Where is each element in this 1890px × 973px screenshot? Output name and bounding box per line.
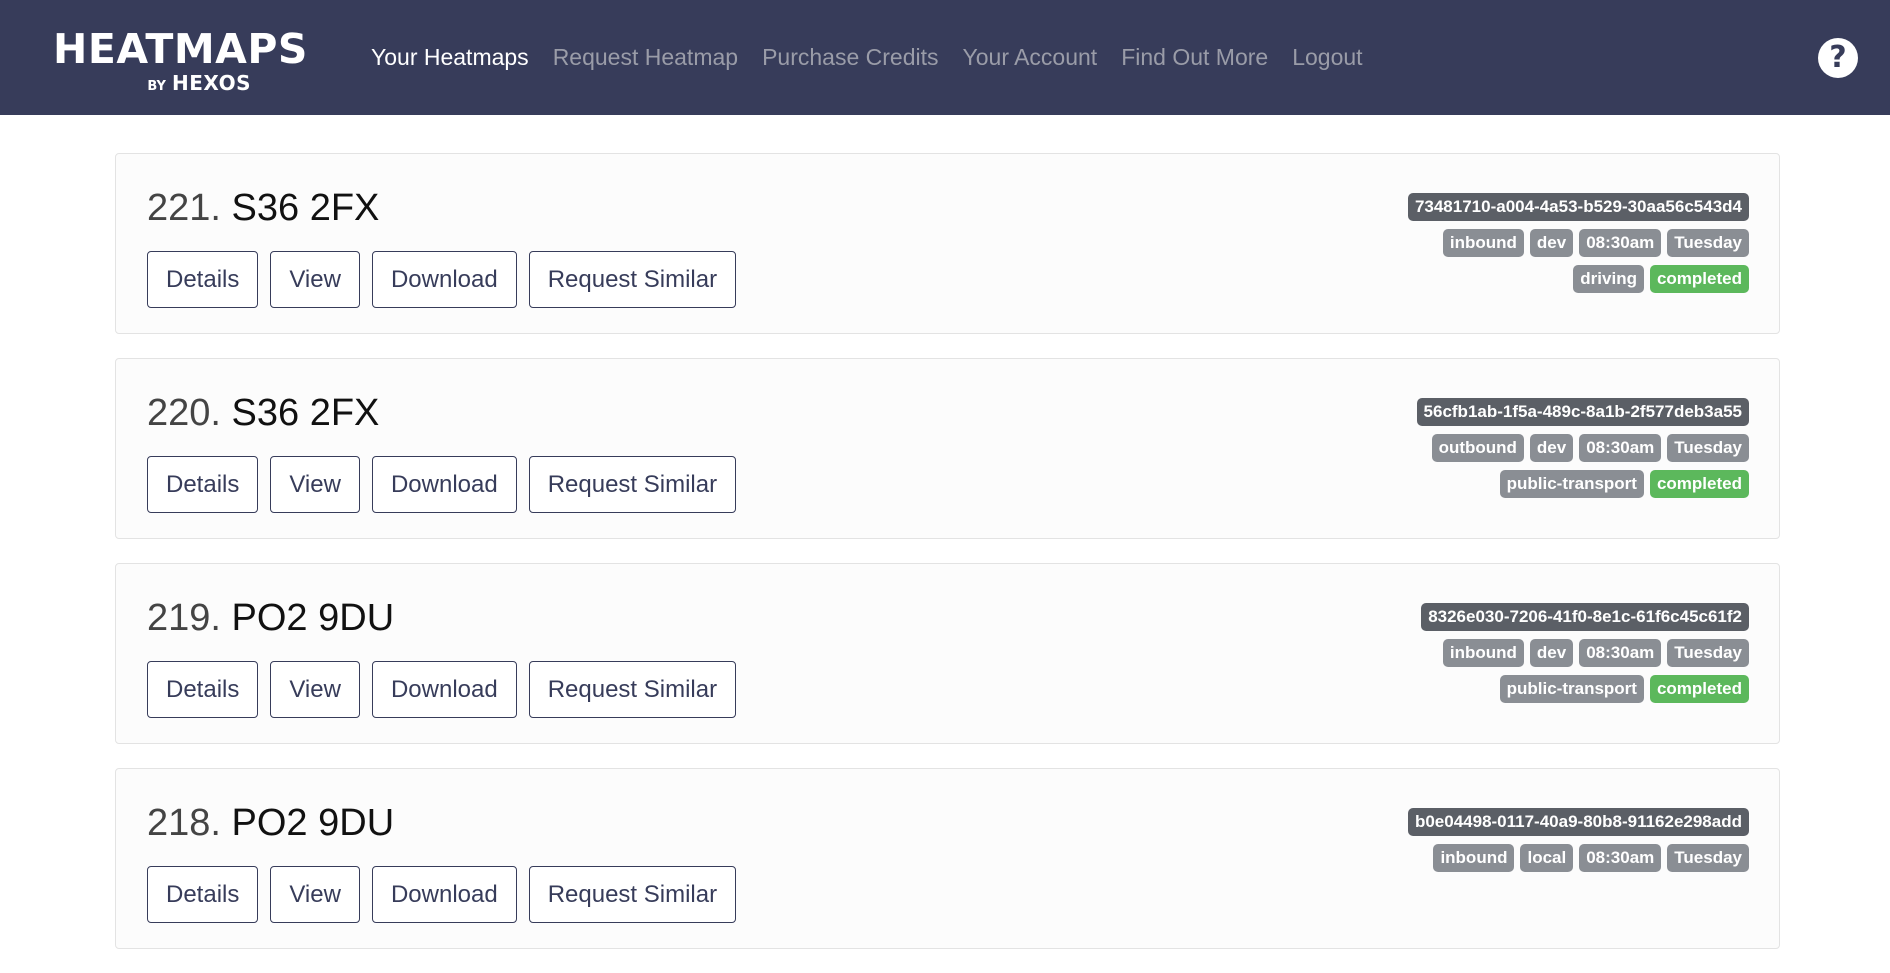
- day-badge: Tuesday: [1667, 229, 1749, 257]
- brand-title: HEATMAPS: [53, 25, 308, 73]
- direction-badge: inbound: [1442, 639, 1524, 667]
- brand-logo[interactable]: HEATMAPS BY HEXOS: [53, 25, 329, 96]
- badge-row-id: b0e04498-0117-40a9-80b8-91162e298add: [1407, 808, 1749, 836]
- badge-row-schedule: inbound dev 08:30am Tuesday: [1442, 639, 1749, 667]
- heatmap-actions: Details View Download Request Similar: [147, 251, 737, 308]
- request-similar-button[interactable]: Request Similar: [528, 456, 737, 513]
- details-button[interactable]: Details: [147, 251, 259, 308]
- brand-by: BY: [147, 79, 166, 94]
- time-badge: 08:30am: [1579, 434, 1662, 462]
- environment-badge: dev: [1529, 434, 1574, 462]
- environment-badge: dev: [1529, 229, 1574, 257]
- brand-hexos: HEXOS: [171, 71, 251, 95]
- nav-your-account[interactable]: Your Account: [951, 44, 1110, 71]
- environment-badge: dev: [1529, 639, 1574, 667]
- status-badge: completed: [1649, 675, 1749, 703]
- help-icon[interactable]: ?: [1818, 38, 1858, 78]
- heatmap-card: 218. PO2 9DU Details View Download Reque…: [115, 768, 1780, 949]
- heatmap-number: 219.: [147, 597, 221, 639]
- badge-row-schedule: inbound dev 08:30am Tuesday: [1442, 229, 1749, 257]
- heatmap-title: 219. PO2 9DU: [147, 596, 394, 640]
- details-button[interactable]: Details: [147, 661, 259, 718]
- badge-row-status: public-transport completed: [1499, 675, 1749, 703]
- heatmap-title: 220. S36 2FX: [147, 391, 379, 435]
- view-button[interactable]: View: [270, 456, 360, 513]
- heatmap-card: 219. PO2 9DU Details View Download Reque…: [115, 563, 1780, 744]
- time-badge: 08:30am: [1579, 844, 1662, 872]
- heatmap-id-badge: b0e04498-0117-40a9-80b8-91162e298add: [1407, 808, 1749, 836]
- nav-logout[interactable]: Logout: [1280, 44, 1374, 71]
- badge-row-id: 56cfb1ab-1f5a-489c-8a1b-2f577deb3a55: [1416, 398, 1749, 426]
- heatmap-title: 221. S36 2FX: [147, 186, 379, 230]
- request-similar-button[interactable]: Request Similar: [528, 661, 737, 718]
- view-button[interactable]: View: [270, 866, 360, 923]
- heatmap-badges: 56cfb1ab-1f5a-489c-8a1b-2f577deb3a55 out…: [1416, 398, 1749, 498]
- heatmap-postcode: PO2 9DU: [231, 802, 395, 844]
- direction-badge: outbound: [1431, 434, 1524, 462]
- download-button[interactable]: Download: [371, 456, 517, 513]
- request-similar-button[interactable]: Request Similar: [528, 866, 737, 923]
- download-button[interactable]: Download: [371, 251, 517, 308]
- request-similar-button[interactable]: Request Similar: [528, 251, 737, 308]
- nav-links: Your Heatmaps Request Heatmap Purchase C…: [359, 0, 1375, 115]
- download-button[interactable]: Download: [371, 661, 517, 718]
- heatmap-badges: 8326e030-7206-41f0-8e1c-61f6c45c61f2 inb…: [1421, 603, 1749, 703]
- time-badge: 08:30am: [1579, 229, 1662, 257]
- heatmap-list: 221. S36 2FX Details View Download Reque…: [115, 153, 1780, 973]
- heatmap-actions: Details View Download Request Similar: [147, 456, 737, 513]
- badge-row-schedule: outbound dev 08:30am Tuesday: [1431, 434, 1749, 462]
- heatmap-id-badge: 8326e030-7206-41f0-8e1c-61f6c45c61f2: [1421, 603, 1749, 631]
- mode-badge: public-transport: [1499, 470, 1644, 498]
- badge-row-status: public-transport completed: [1499, 470, 1749, 498]
- view-button[interactable]: View: [270, 661, 360, 718]
- nav-request-heatmap[interactable]: Request Heatmap: [541, 44, 750, 71]
- heatmap-number: 221.: [147, 187, 221, 229]
- view-button[interactable]: View: [270, 251, 360, 308]
- heatmap-badges: 73481710-a004-4a53-b529-30aa56c543d4 inb…: [1407, 193, 1749, 293]
- badge-row-id: 73481710-a004-4a53-b529-30aa56c543d4: [1407, 193, 1749, 221]
- heatmap-card: 221. S36 2FX Details View Download Reque…: [115, 153, 1780, 334]
- time-badge: 08:30am: [1579, 639, 1662, 667]
- heatmap-title: 218. PO2 9DU: [147, 801, 394, 845]
- heatmap-id-badge: 56cfb1ab-1f5a-489c-8a1b-2f577deb3a55: [1416, 398, 1749, 426]
- direction-badge: inbound: [1433, 844, 1515, 872]
- environment-badge: local: [1520, 844, 1574, 872]
- heatmap-number: 220.: [147, 392, 221, 434]
- heatmap-postcode: S36 2FX: [231, 392, 380, 434]
- heatmap-actions: Details View Download Request Similar: [147, 661, 737, 718]
- day-badge: Tuesday: [1667, 844, 1749, 872]
- badge-row-status: driving completed: [1573, 265, 1749, 293]
- brand-subtitle: BY HEXOS: [147, 71, 251, 95]
- nav-find-out-more[interactable]: Find Out More: [1109, 44, 1280, 71]
- details-button[interactable]: Details: [147, 456, 259, 513]
- heatmap-postcode: S36 2FX: [231, 187, 380, 229]
- navbar: HEATMAPS BY HEXOS Your Heatmaps Request …: [0, 0, 1890, 115]
- nav-your-heatmaps[interactable]: Your Heatmaps: [359, 44, 541, 71]
- download-button[interactable]: Download: [371, 866, 517, 923]
- mode-badge: public-transport: [1499, 675, 1644, 703]
- heatmap-card: 220. S36 2FX Details View Download Reque…: [115, 358, 1780, 539]
- details-button[interactable]: Details: [147, 866, 259, 923]
- heatmap-postcode: PO2 9DU: [231, 597, 395, 639]
- heatmap-actions: Details View Download Request Similar: [147, 866, 737, 923]
- mode-badge: driving: [1573, 265, 1644, 293]
- badge-row-id: 8326e030-7206-41f0-8e1c-61f6c45c61f2: [1421, 603, 1749, 631]
- status-badge: completed: [1649, 265, 1749, 293]
- day-badge: Tuesday: [1667, 434, 1749, 462]
- day-badge: Tuesday: [1667, 639, 1749, 667]
- nav-purchase-credits[interactable]: Purchase Credits: [750, 44, 950, 71]
- heatmap-number: 218.: [147, 802, 221, 844]
- badge-row-schedule: inbound local 08:30am Tuesday: [1433, 844, 1749, 872]
- status-badge: completed: [1649, 470, 1749, 498]
- direction-badge: inbound: [1442, 229, 1524, 257]
- heatmap-badges: b0e04498-0117-40a9-80b8-91162e298add inb…: [1407, 808, 1749, 880]
- heatmap-id-badge: 73481710-a004-4a53-b529-30aa56c543d4: [1407, 193, 1749, 221]
